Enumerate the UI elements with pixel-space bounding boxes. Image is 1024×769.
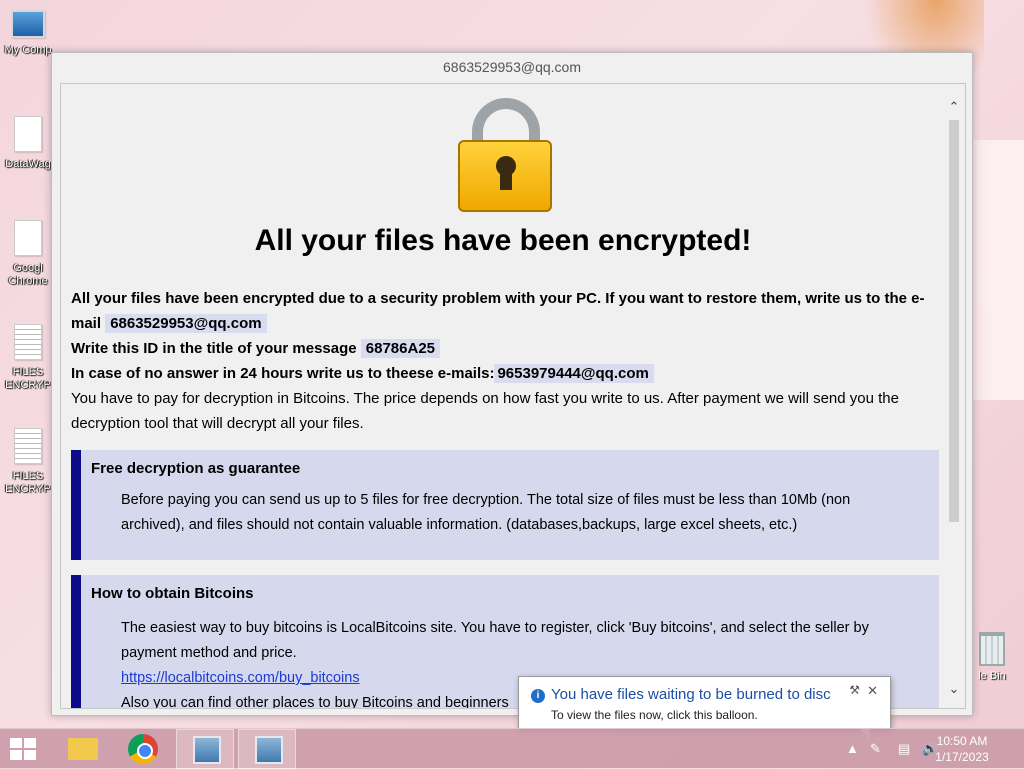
folder-icon xyxy=(68,738,98,760)
scrollbar-thumb[interactable] xyxy=(949,120,959,522)
desktop-icon-label: DataWag xyxy=(5,158,51,170)
recycle-bin-icon xyxy=(979,632,1005,666)
padlock-icon xyxy=(458,98,554,214)
text-file-icon xyxy=(14,428,42,464)
backup-email[interactable]: 9653979444@qq.com xyxy=(494,364,654,383)
start-button[interactable] xyxy=(10,738,36,760)
computer-icon xyxy=(11,10,45,38)
page-title: All your files have been encrypted! xyxy=(254,224,752,257)
burn-disc-notification[interactable]: i You have files waiting to be burned to… xyxy=(518,676,891,740)
network-icon[interactable]: ▤ xyxy=(898,741,910,757)
clock[interactable]: 10:50 AM 1/17/2023 xyxy=(922,733,1002,765)
desktop-icon-google-chrome[interactable]: Googl Chrome xyxy=(0,220,56,288)
box-text: Before paying you can send us up to 5 fi… xyxy=(121,492,851,533)
contact-email[interactable]: 6863529953@qq.com xyxy=(105,314,267,333)
desktop-icon-datawag[interactable]: DataWag xyxy=(0,116,56,171)
taskbar-chrome[interactable] xyxy=(114,729,172,769)
chrome-icon xyxy=(128,734,158,764)
desktop-icon-my-computer[interactable]: My Comp xyxy=(0,10,56,57)
file-icon xyxy=(14,220,42,256)
close-icon[interactable]: ✕ xyxy=(867,683,878,699)
show-hidden-icons[interactable]: ▲ xyxy=(846,741,859,756)
desktop-icon-label: FILES ENCRYP xyxy=(5,470,51,495)
notification-title: You have files waiting to be burned to d… xyxy=(551,686,831,703)
taskbar-app-2[interactable] xyxy=(238,729,296,769)
window-title[interactable]: 6863529953@qq.com xyxy=(52,53,972,81)
vertical-scrollbar[interactable]: ⌃ ⌄ xyxy=(943,84,965,708)
application-icon xyxy=(193,736,221,764)
clock-date: 1/17/2023 xyxy=(935,750,989,764)
clock-time: 10:50 AM xyxy=(936,734,988,748)
info-icon: i xyxy=(531,689,545,703)
taskbar: ▲ ✎ ▤ 🔊 10:50 AM 1/17/2023 xyxy=(0,728,1024,769)
payment-paragraph: You have to pay for decryption in Bitcoi… xyxy=(71,390,899,432)
window-content: All your files have been encrypted! All … xyxy=(60,83,966,709)
box-title: How to obtain Bitcoins xyxy=(91,585,254,602)
taskbar-app-1[interactable] xyxy=(176,729,234,769)
victim-id[interactable]: 68786A25 xyxy=(360,339,441,358)
file-icon xyxy=(14,116,42,152)
ransom-window: 6863529953@qq.com All your files have be… xyxy=(51,52,973,716)
free-decryption-box: Free decryption as guarantee Before payi… xyxy=(71,450,939,560)
backup-email-line: In case of no answer in 24 hours write u… xyxy=(71,361,937,386)
desktop-icon-label: Googl Chrome xyxy=(8,262,48,287)
settings-wrench-icon[interactable]: ⚒ xyxy=(849,683,860,697)
disc-burn-tray-icon[interactable]: ✎ xyxy=(870,741,881,757)
backup-email-label: In case of no answer in 24 hours write u… xyxy=(71,365,495,382)
id-label: Write this ID in the title of your messa… xyxy=(71,340,357,357)
desktop-icon-files-encrypted[interactable]: FILES ENCRYP xyxy=(0,324,56,392)
id-line: Write this ID in the title of your messa… xyxy=(71,336,937,361)
desktop-icon-label: FILES ENCRYP xyxy=(5,366,51,391)
scroll-down-icon[interactable]: ⌄ xyxy=(943,678,965,700)
intro-paragraph: All your files have been encrypted due t… xyxy=(71,286,937,336)
box-title: Free decryption as guarantee xyxy=(91,460,301,477)
scroll-up-icon[interactable]: ⌃ xyxy=(943,96,965,118)
desktop-icon-files-encrypted-2[interactable]: FILES ENCRYP xyxy=(0,428,56,496)
application-icon xyxy=(255,736,283,764)
desktop-icon-label: My Comp xyxy=(4,44,52,56)
taskbar-file-explorer[interactable] xyxy=(52,729,110,769)
text-file-icon xyxy=(14,324,42,360)
notification-text: To view the files now, click this balloo… xyxy=(551,708,758,722)
box-text: The easiest way to buy bitcoins is Local… xyxy=(121,620,869,661)
